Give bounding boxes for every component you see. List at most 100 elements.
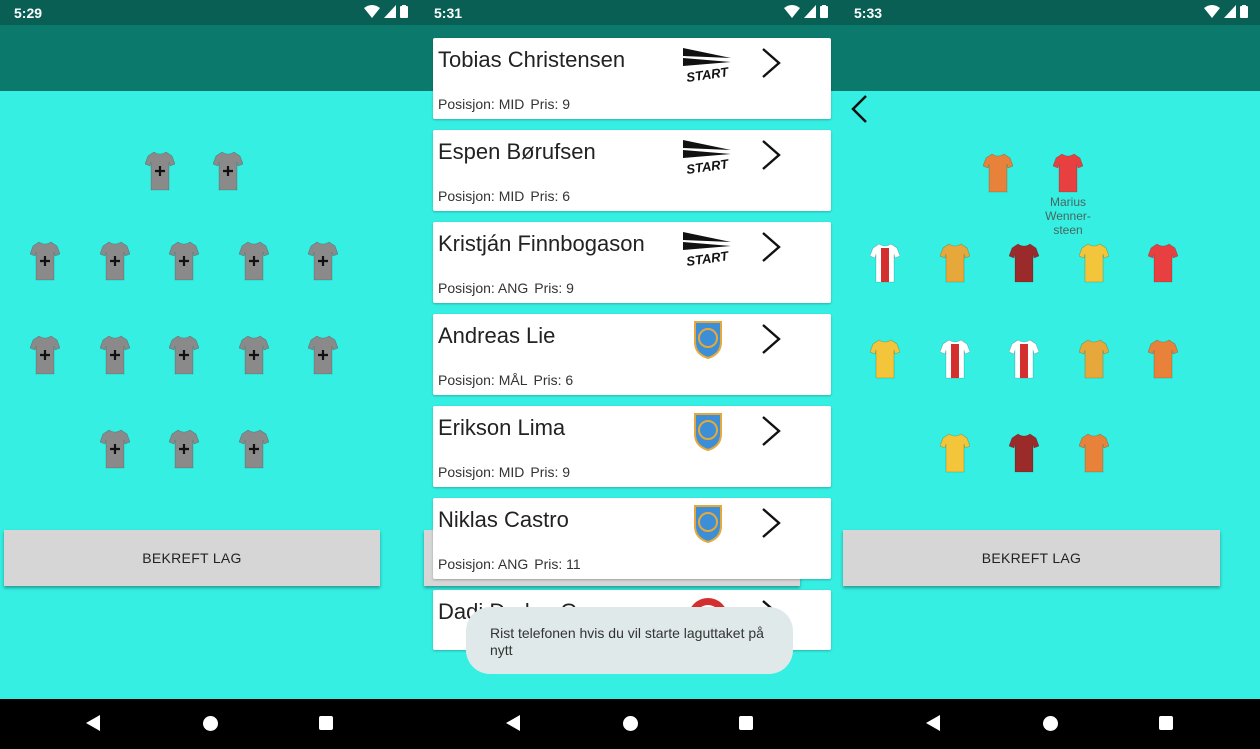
player-price: Pris: 9 xyxy=(534,280,574,296)
player-price: Pris: 6 xyxy=(533,372,574,388)
svg-text:START: START xyxy=(685,64,730,84)
screen-filled-team: 5:33 Marius Wenner-steen BEKREFT LAG xyxy=(840,0,1260,749)
svg-text:START: START xyxy=(685,156,730,176)
player-price: Pris: 9 xyxy=(530,96,571,112)
team-shirt-icon[interactable] xyxy=(870,242,900,284)
team-shirt-icon[interactable] xyxy=(1053,152,1083,194)
team-shirt-icon[interactable] xyxy=(940,432,970,474)
player-name: Kristján Finnbogason xyxy=(438,231,645,256)
player-name: Tobias Christensen xyxy=(438,47,626,72)
back-nav-icon[interactable] xyxy=(506,715,520,731)
status-time: 5:31 xyxy=(434,5,463,21)
aafk-logo-icon xyxy=(681,320,735,360)
player-name: Niklas Castro xyxy=(438,507,569,532)
chevron-right-icon[interactable] xyxy=(759,46,783,80)
player-card[interactable]: Tobias Christensen START Posisjon: MID Pr… xyxy=(433,38,831,119)
empty-slot-shirt-icon[interactable] xyxy=(100,428,130,470)
player-position: Posisjon: ANG xyxy=(438,280,529,296)
player-card[interactable]: Kristján Finnbogason START Posisjon: ANG… xyxy=(433,222,831,303)
svg-text:START: START xyxy=(685,248,730,268)
navigation-bar xyxy=(0,699,420,749)
team-shirt-icon[interactable] xyxy=(1009,242,1039,284)
empty-slot-shirt-icon[interactable] xyxy=(239,334,269,376)
chevron-right-icon[interactable] xyxy=(759,230,783,264)
recents-nav-icon[interactable] xyxy=(1159,716,1173,730)
recents-nav-icon[interactable] xyxy=(319,716,333,730)
player-name: Andreas Lie xyxy=(438,323,556,348)
app-bar xyxy=(0,25,420,91)
chevron-right-icon[interactable] xyxy=(759,138,783,172)
empty-slot-shirt-icon[interactable] xyxy=(145,150,175,192)
wifi-icon xyxy=(784,5,800,18)
team-shirt-icon[interactable] xyxy=(1009,338,1039,380)
aafk-logo-icon xyxy=(681,412,735,452)
team-shirt-icon[interactable] xyxy=(1148,338,1178,380)
team-shirt-icon[interactable] xyxy=(870,338,900,380)
team-shirt-icon[interactable] xyxy=(1009,432,1039,474)
empty-slot-shirt-icon[interactable] xyxy=(308,334,338,376)
team-shirt-icon[interactable] xyxy=(1079,242,1109,284)
status-bar: 5:31 xyxy=(420,0,840,25)
signal-icon xyxy=(804,5,816,18)
back-arrow-icon[interactable] xyxy=(848,94,870,124)
team-shirt-icon[interactable] xyxy=(940,242,970,284)
status-bar: 5:29 xyxy=(0,0,420,25)
empty-slot-shirt-icon[interactable] xyxy=(169,240,199,282)
recents-nav-icon[interactable] xyxy=(739,716,753,730)
home-nav-icon[interactable] xyxy=(1043,716,1058,731)
player-position: Posisjon: MÅL xyxy=(438,372,528,388)
team-shirt-icon[interactable] xyxy=(940,338,970,380)
player-position: Posisjon: MID xyxy=(438,188,525,204)
empty-slot-shirt-icon[interactable] xyxy=(30,334,60,376)
empty-slot-shirt-icon[interactable] xyxy=(239,428,269,470)
back-nav-icon[interactable] xyxy=(926,715,940,731)
player-card[interactable]: Niklas Castro Posisjon: ANG Pris: 11 xyxy=(433,498,831,579)
team-shirt-icon[interactable] xyxy=(1079,432,1109,474)
empty-slot-shirt-icon[interactable] xyxy=(169,428,199,470)
screenshot-triptych: 5:29 BEKREFT LAG 5:31 Tobias Christensen… xyxy=(0,0,1260,749)
empty-slot-shirt-icon[interactable] xyxy=(100,240,130,282)
navigation-bar xyxy=(420,699,840,749)
player-card[interactable]: Andreas Lie Posisjon: MÅL Pris: 6 xyxy=(433,314,831,395)
battery-icon xyxy=(400,5,408,18)
empty-slot-shirt-icon[interactable] xyxy=(213,150,243,192)
chevron-right-icon[interactable] xyxy=(759,414,783,448)
empty-slot-shirt-icon[interactable] xyxy=(30,240,60,282)
confirm-team-button[interactable]: BEKREFT LAG xyxy=(843,530,1220,586)
player-position: Posisjon: ANG xyxy=(438,556,529,572)
signal-icon xyxy=(1224,5,1236,18)
chevron-right-icon[interactable] xyxy=(759,506,783,540)
start-logo-icon: START xyxy=(681,136,735,177)
home-nav-icon[interactable] xyxy=(623,716,638,731)
empty-slot-shirt-icon[interactable] xyxy=(239,240,269,282)
player-position: Posisjon: MID xyxy=(438,96,525,112)
empty-slot-shirt-icon[interactable] xyxy=(169,334,199,376)
team-shirt-icon[interactable] xyxy=(1148,242,1178,284)
player-card[interactable]: Erikson Lima Posisjon: MID Pris: 9 xyxy=(433,406,831,487)
wifi-icon xyxy=(1204,5,1220,18)
chevron-right-icon[interactable] xyxy=(759,322,783,356)
empty-slot-shirt-icon[interactable] xyxy=(100,334,130,376)
player-name-label: Marius Wenner-steen xyxy=(1045,195,1091,237)
back-nav-icon[interactable] xyxy=(86,715,100,731)
player-price: Pris: 6 xyxy=(530,188,571,204)
confirm-team-button[interactable]: BEKREFT LAG xyxy=(4,530,380,586)
screen-empty-team: 5:29 BEKREFT LAG xyxy=(0,0,420,749)
team-shirt-icon[interactable] xyxy=(983,152,1013,194)
team-shirt-icon[interactable] xyxy=(1079,338,1109,380)
player-position: Posisjon: MID xyxy=(438,464,525,480)
start-logo-icon: START xyxy=(681,228,735,269)
signal-icon xyxy=(384,5,396,18)
app-bar xyxy=(840,25,1260,91)
home-nav-icon[interactable] xyxy=(203,716,218,731)
wifi-icon xyxy=(364,5,380,18)
player-card[interactable]: Espen Børufsen START Posisjon: MID Pris: … xyxy=(433,130,831,211)
empty-slot-shirt-icon[interactable] xyxy=(308,240,338,282)
battery-icon xyxy=(820,5,828,18)
status-bar: 5:33 xyxy=(840,0,1260,25)
navigation-bar xyxy=(840,699,1260,749)
player-price: Pris: 11 xyxy=(534,556,581,572)
toast-message: Rist telefonen hvis du vil starte lagutt… xyxy=(466,607,793,674)
start-logo-icon: START xyxy=(681,44,735,85)
screen-player-list: 5:31 Tobias Christensen START Posisjon: … xyxy=(420,0,840,749)
